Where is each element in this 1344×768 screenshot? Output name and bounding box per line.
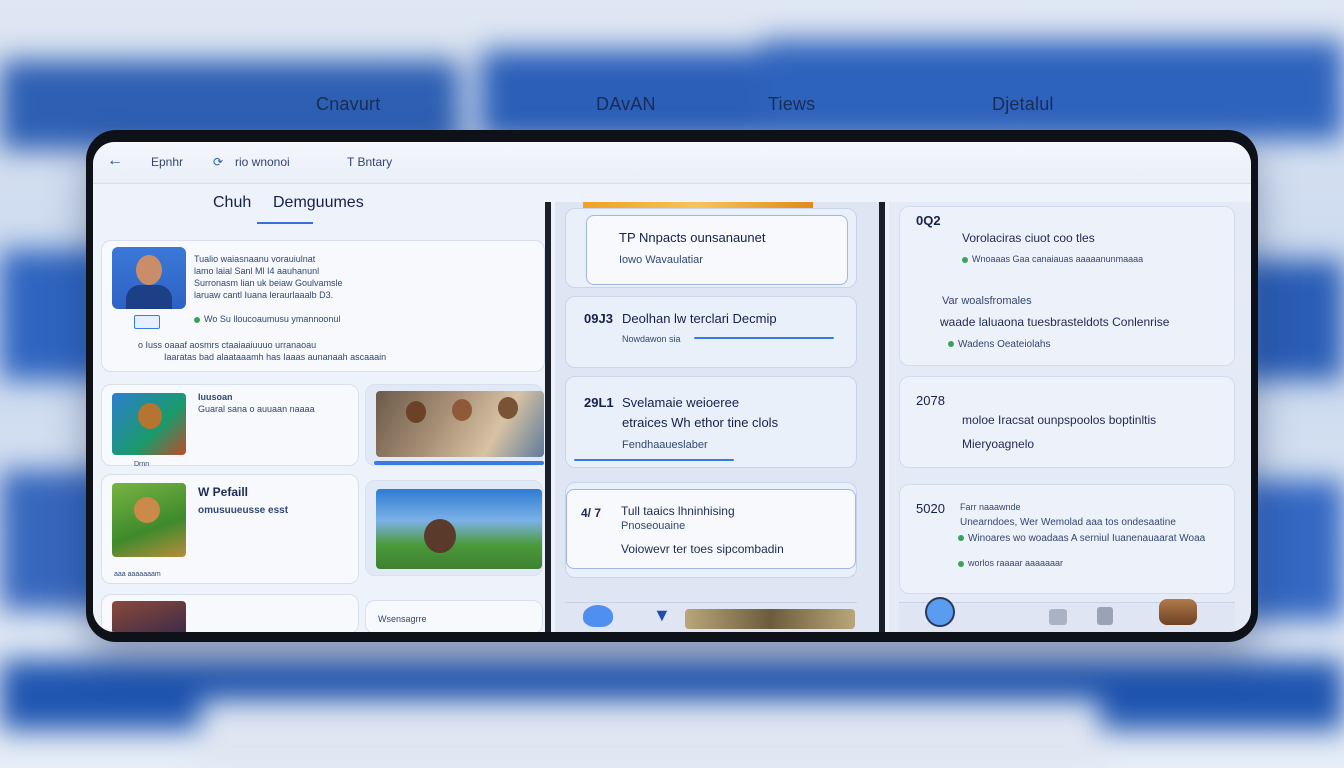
timeline-subtitle: Iowo Wavaulatiar <box>619 254 703 266</box>
list-item[interactable]: W Pefaill omusuueusse esst aaa aaaaaaam <box>101 474 359 584</box>
timeline-title: TP Nnpacts ounsanaunet <box>619 230 766 245</box>
profile-line-2: lamo laial Sanl Ml I4 aauhanunl <box>194 266 320 276</box>
detail-title: Vorolaciras ciuot coo tles <box>962 231 1095 245</box>
timeline-line <box>574 459 734 461</box>
list-item-title: W Pefaill <box>198 485 249 499</box>
timeline-title: Deolhan lw terclari Decmip <box>622 311 777 326</box>
list-item-subtitle: Guaral sana o auuaan naaaa <box>198 404 315 414</box>
list-item[interactable] <box>101 594 359 632</box>
sync-icon[interactable]: ⟳ <box>213 155 223 169</box>
timeline-card[interactable]: 4/ 7 Tull taaics lhninhising Pnoseouaine… <box>565 482 857 578</box>
list-item-caption: Drnn <box>134 461 150 468</box>
outdoor-photo <box>376 489 542 569</box>
app-screen: ← Epnhr ⟳ rio wnonoi T Bntary Chuh Demgu… <box>93 142 1251 632</box>
detail-subtitle: Unearndoes, Wer Wemolad aaa tos ondesaat… <box>960 517 1176 528</box>
timeline-subtitle: Nowdawon sia <box>622 334 681 344</box>
avatar <box>112 247 186 309</box>
detail-subtitle: Mieryoagnelo <box>962 437 1035 451</box>
profile-card[interactable]: Tualio waiasnaanu vorauiulnat lamo laial… <box>101 240 545 372</box>
detail-title: moloe Iracsat ounpspoolos boptinltis <box>962 413 1157 427</box>
timeline-card-inner: 4/ 7 Tull taaics lhninhising Pnoseouaine… <box>566 489 856 569</box>
photo-caption: Wsensagrre <box>378 614 427 624</box>
photo-card[interactable] <box>365 384 544 466</box>
shield-icon[interactable] <box>583 605 613 627</box>
middle-column: TP Nnpacts ounsanaunet Iowo Wavaulatiar … <box>555 202 879 632</box>
detail-title-2: Var woalsfromales <box>942 295 1032 307</box>
profile-line-6: o Iuss oaaaf aosmrs ctaaiaaiuuuo urranao… <box>138 340 317 350</box>
timeline-year: 4/ 7 <box>581 506 602 520</box>
left-column: Chuh Demguumes Tualio waiasnaanu vorauiu… <box>93 184 545 632</box>
timeline-year: 09J3 <box>584 311 613 326</box>
tablet-device: ← Epnhr ⟳ rio wnonoi T Bntary Chuh Demgu… <box>86 130 1258 642</box>
badge-icon <box>134 315 160 329</box>
right-toolbar <box>899 597 1235 632</box>
detail-title: Farr naaawnde <box>960 502 1021 512</box>
detail-subtitle-3: Wadens Oeateiolahs <box>948 339 1050 351</box>
arrow-left-icon[interactable]: ← <box>107 152 123 170</box>
detail-subtitle: Wnoaaas Gaa canaiauas aaaaanunmaaaa <box>962 253 1143 265</box>
left-title-a: Chuh <box>213 194 252 211</box>
title-underline <box>257 222 313 224</box>
list-item[interactable]: Iuusoan Guaral sana o auuaan naaaa Drnn <box>101 384 359 468</box>
detail-card[interactable]: 0Q2 Vorolaciras ciuot coo tles Wnoaaas G… <box>899 206 1235 366</box>
timeline-card[interactable]: 29L1 Svelamaie weioeree etraices Wh etho… <box>565 376 857 468</box>
mid-toolbar: ▼ <box>565 602 857 632</box>
bag-icon[interactable] <box>1159 599 1197 625</box>
profile-line-1: Tualio waiasnaanu vorauiulnat <box>194 254 316 264</box>
detail-subtitle-2: waade laluaona tuesbrasteldots Conlenris… <box>940 315 1170 329</box>
profile-line-5: Wo Su lloucoaumusu ymannoonul <box>194 313 340 325</box>
right-column: 0Q2 Vorolaciras ciuot coo tles Wnoaaas G… <box>889 202 1251 632</box>
location-pin-icon[interactable]: ▼ <box>653 605 671 626</box>
timeline-detail: Voiowevr ter toes sipcombadin <box>621 542 784 556</box>
shield-icon[interactable] <box>925 597 955 627</box>
column-divider <box>879 202 885 632</box>
top-tabs: Cnavurt DAvAN Tiews Djetalul <box>0 84 1344 126</box>
progress-bar <box>374 461 544 465</box>
app-bar-item-1[interactable]: Epnhr <box>151 155 183 169</box>
detail-card[interactable]: 5020 Farr naaawnde Unearndoes, Wer Wemol… <box>899 484 1235 594</box>
top-tab-4[interactable]: Djetalul <box>992 94 1054 115</box>
top-tab-1[interactable]: Cnavurt <box>316 94 380 115</box>
printer-icon[interactable] <box>1097 607 1113 625</box>
timeline-title: Svelamaie weioeree <box>622 395 740 410</box>
photo-caption-card[interactable]: Wsensagrre <box>365 600 543 632</box>
detail-subtitle-2: Winoares wo woadaas A serniul Iuanenauaa… <box>958 533 1205 545</box>
briefcase-icon[interactable] <box>1049 609 1067 625</box>
timeline-line <box>694 337 834 339</box>
left-title-b: Demguumes <box>273 194 364 211</box>
app-bar: ← Epnhr ⟳ rio wnonoi T Bntary <box>93 142 1251 184</box>
list-item-image <box>112 483 186 557</box>
profile-text: Tualio waiasnaanu vorauiulnat lamo laial… <box>194 253 343 301</box>
top-tab-3[interactable]: Tiews <box>768 94 815 115</box>
list-item-title: Iuusoan <box>198 392 233 402</box>
timeline-card[interactable]: TP Nnpacts ounsanaunet Iowo Wavaulatiar <box>565 208 857 288</box>
timeline-year: 29L1 <box>584 395 614 410</box>
list-item-subtitle: omusuueusse esst <box>198 505 289 516</box>
profile-line-3: Surronasm lian uk beiaw Goulvamsle <box>194 278 343 288</box>
profile-line-7: Iaaratas bad alaataaamh has Iaaas aunana… <box>164 352 387 362</box>
timeline-subtitle: Pnoseouaine <box>621 520 686 532</box>
timeline-card-inner: TP Nnpacts ounsanaunet Iowo Wavaulatiar <box>586 215 848 285</box>
list-item-image <box>112 393 186 455</box>
timeline-subtitle: etraices Wh ethor tine clols <box>622 415 779 430</box>
detail-subtitle-3: worlos raaaar aaaaaaar <box>958 557 1063 569</box>
timeline-detail: Fendhaaueslaber <box>622 439 708 451</box>
list-item-caption: aaa aaaaaaam <box>114 571 161 578</box>
app-bar-item-3[interactable]: T Bntary <box>347 155 392 169</box>
column-divider <box>545 202 551 632</box>
timeline-card[interactable]: 09J3 Deolhan lw terclari Decmip Nowdawon… <box>565 296 857 368</box>
group-photo <box>376 391 544 457</box>
photo-card[interactable] <box>365 480 543 576</box>
detail-year: 0Q2 <box>916 213 941 228</box>
detail-year: 2078 <box>916 393 945 408</box>
app-bar-item-2[interactable]: rio wnonoi <box>235 155 290 169</box>
profile-line-4: laruaw cantl Iuana leraurlaaalb D3. <box>194 290 334 300</box>
toolbar-image <box>685 609 855 629</box>
top-tab-2[interactable]: DAvAN <box>596 94 656 115</box>
list-item-image <box>112 601 186 632</box>
timeline-title: Tull taaics lhninhising <box>621 504 735 518</box>
detail-card[interactable]: 2078 moloe Iracsat ounpspoolos boptinlti… <box>899 376 1235 468</box>
detail-year: 5020 <box>916 501 945 516</box>
